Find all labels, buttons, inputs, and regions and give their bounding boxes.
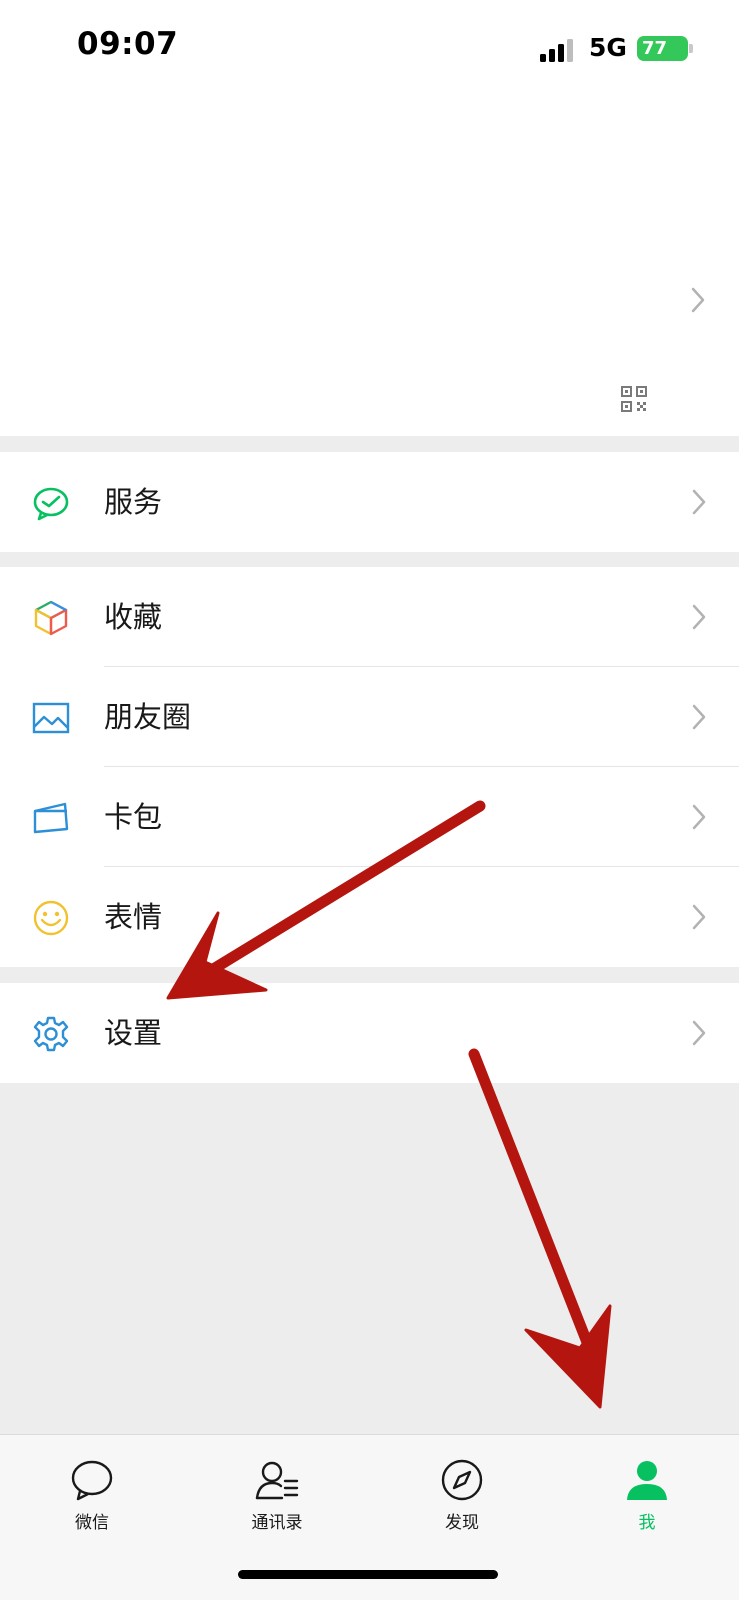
status-bar: 09:07 5G 77 — [0, 0, 739, 100]
home-indicator[interactable] — [238, 1570, 498, 1579]
menu-item-label: 服务 — [104, 485, 163, 519]
chevron-right-icon[interactable] — [690, 286, 706, 314]
menu-item-services[interactable]: 服务 — [0, 452, 739, 552]
contacts-icon — [255, 1461, 299, 1500]
network-type: 5G — [589, 33, 627, 62]
menu-item-moments[interactable]: 朋友圈 — [0, 667, 739, 767]
person-icon — [627, 1461, 667, 1500]
tab-me[interactable]: 我 — [567, 1435, 727, 1545]
annotation-arrowhead-me-tab — [524, 1304, 612, 1409]
menu-item-label: 收藏 — [104, 600, 163, 634]
status-time: 09:07 — [77, 26, 179, 62]
chevron-right-icon — [692, 904, 706, 930]
menu-item-label: 朋友圈 — [104, 700, 192, 734]
menu-group-settings: 设置 — [0, 983, 739, 1083]
signal-icon — [540, 38, 580, 62]
tab-label: 发现 — [445, 1513, 479, 1533]
profile-header[interactable] — [0, 100, 739, 436]
tab-discover[interactable]: 发现 — [382, 1435, 542, 1545]
smiley-icon — [33, 900, 69, 936]
chevron-right-icon — [692, 604, 706, 630]
battery-icon: 77 — [637, 36, 688, 61]
tab-label: 我 — [638, 1513, 656, 1533]
menu-item-settings[interactable]: 设置 — [0, 983, 739, 1083]
menu-group-main: 收藏 朋友圈 卡包 表情 — [0, 567, 739, 967]
menu-item-label: 卡包 — [104, 800, 163, 834]
chevron-right-icon — [692, 704, 706, 730]
menu-item-stickers[interactable]: 表情 — [0, 867, 739, 967]
tab-contacts[interactable]: 通讯录 — [197, 1435, 357, 1545]
menu-item-label: 设置 — [104, 1016, 163, 1050]
tab-label: 通讯录 — [251, 1513, 303, 1533]
menu-item-cards[interactable]: 卡包 — [0, 767, 739, 867]
menu-group-services: 服务 — [0, 452, 739, 552]
battery-level: 77 — [642, 38, 668, 59]
gear-icon — [33, 1016, 69, 1052]
chat-bubble-icon — [71, 1460, 113, 1501]
qr-code-icon[interactable] — [620, 385, 648, 413]
chevron-right-icon — [692, 489, 706, 515]
annotation-arrow-me-tab — [468, 1048, 598, 1361]
favorites-cube-icon — [34, 600, 68, 636]
battery-tip — [689, 44, 693, 53]
menu-item-favorites[interactable]: 收藏 — [0, 567, 739, 667]
chevron-right-icon — [692, 1020, 706, 1046]
services-icon — [33, 487, 69, 521]
moments-picture-icon — [32, 702, 70, 734]
menu-item-label: 表情 — [104, 900, 163, 934]
tab-label: 微信 — [75, 1513, 109, 1533]
tab-chats[interactable]: 微信 — [12, 1435, 172, 1545]
chevron-right-icon — [692, 804, 706, 830]
compass-icon — [441, 1459, 483, 1501]
card-wallet-icon — [33, 802, 69, 834]
